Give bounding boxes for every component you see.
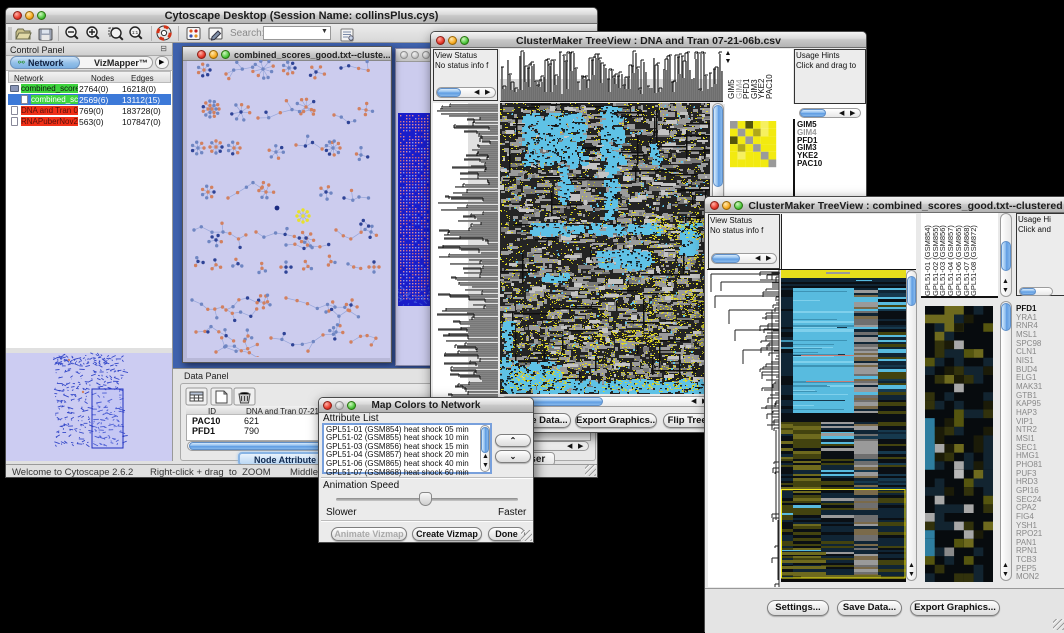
svg-text:1:1: 1:1	[132, 30, 139, 35]
